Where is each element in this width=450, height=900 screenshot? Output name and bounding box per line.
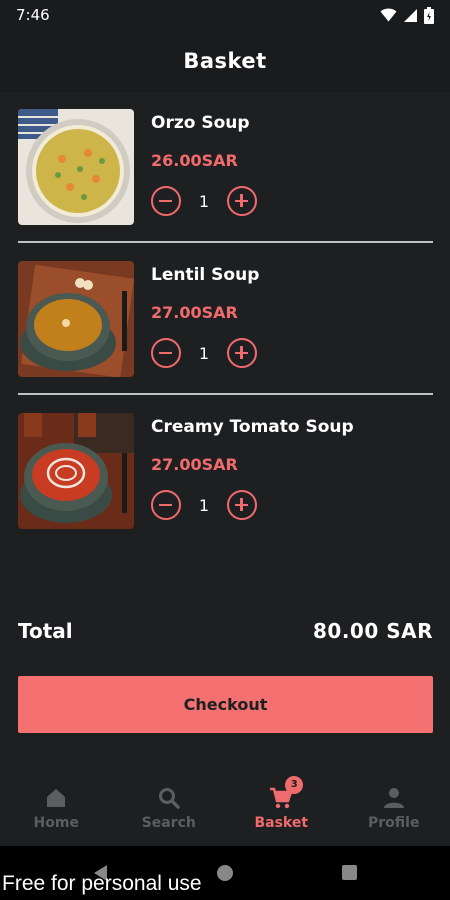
item-name: Orzo Soup xyxy=(151,113,250,133)
item-divider xyxy=(18,393,433,395)
bottom-nav: Home Search 3 Basket Profile xyxy=(0,770,450,846)
cart-count-badge: 3 xyxy=(285,775,304,794)
app-header: Basket xyxy=(0,30,450,92)
home-icon xyxy=(47,788,66,807)
quantity-stepper: 1 xyxy=(151,337,257,369)
decrease-quantity-button[interactable] xyxy=(151,338,181,368)
orzo-soup-image xyxy=(18,109,134,225)
page-title: Basket xyxy=(183,49,267,73)
nav-item-search[interactable]: Search xyxy=(113,770,226,846)
search-icon xyxy=(158,787,180,809)
increase-quantity-button[interactable] xyxy=(227,490,257,520)
item-price: 27.00SAR xyxy=(151,303,238,322)
basket-item: Orzo Soup 26.00SAR 1 xyxy=(18,109,433,227)
basket-item: Lentil Soup 27.00SAR 1 xyxy=(18,261,433,379)
nav-label: Basket xyxy=(254,814,309,831)
increase-quantity-button[interactable] xyxy=(227,338,257,368)
item-divider xyxy=(18,241,433,243)
checkout-button[interactable]: Checkout xyxy=(18,676,433,733)
minus-icon xyxy=(159,351,172,354)
quantity-value: 1 xyxy=(198,495,210,515)
item-name: Creamy Tomato Soup xyxy=(151,417,354,437)
person-icon xyxy=(383,787,404,808)
item-price: 27.00SAR xyxy=(151,455,238,474)
minus-icon xyxy=(159,503,172,506)
quantity-value: 1 xyxy=(198,343,210,363)
home-circle-icon[interactable] xyxy=(216,864,234,882)
increase-quantity-button[interactable] xyxy=(227,186,257,216)
cart-icon: 3 xyxy=(269,775,304,810)
quantity-stepper: 1 xyxy=(151,489,257,521)
watermark-text: Free for personal use xyxy=(2,872,202,895)
total-value: 80.00 SAR xyxy=(312,619,433,643)
wifi-icon xyxy=(380,8,397,22)
total-row: Total 80.00 SAR xyxy=(18,614,433,648)
item-name: Lentil Soup xyxy=(151,265,260,285)
quantity-value: 1 xyxy=(198,191,210,211)
creamy-tomato-soup-image xyxy=(18,413,134,529)
quantity-stepper: 1 xyxy=(151,185,257,217)
nav-item-basket[interactable]: 3 Basket xyxy=(225,770,338,846)
item-price: 26.00SAR xyxy=(151,151,238,170)
decrease-quantity-button[interactable] xyxy=(151,490,181,520)
nav-item-home[interactable]: Home xyxy=(0,770,113,846)
total-label: Total xyxy=(18,619,73,643)
nav-item-profile[interactable]: Profile xyxy=(338,770,450,846)
status-time: 7:46 xyxy=(16,6,50,24)
status-bar: 7:46 xyxy=(0,0,450,30)
decrease-quantity-button[interactable] xyxy=(151,186,181,216)
recents-icon[interactable] xyxy=(341,864,358,881)
signal-icon xyxy=(404,8,417,22)
nav-label: Home xyxy=(33,814,79,831)
nav-label: Profile xyxy=(368,814,420,831)
minus-icon xyxy=(159,199,172,202)
lentil-soup-image xyxy=(18,261,134,377)
basket-item: Creamy Tomato Soup 27.00SAR 1 xyxy=(18,413,433,531)
nav-label: Search xyxy=(141,814,196,831)
battery-icon xyxy=(424,6,434,24)
status-icons xyxy=(380,6,434,24)
